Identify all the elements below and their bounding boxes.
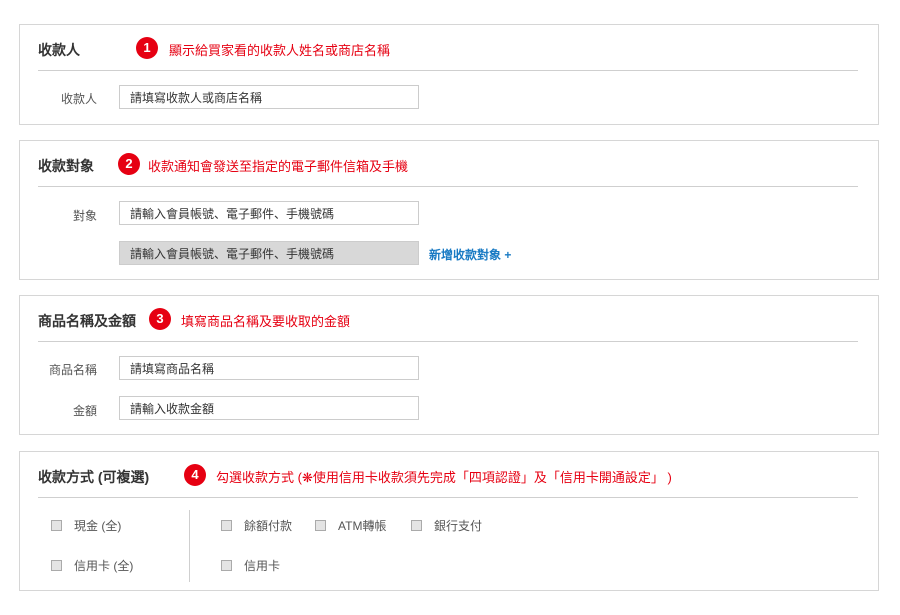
- payee-title: 收款人: [38, 42, 80, 58]
- payment-option-cash[interactable]: 現金 (全): [51, 517, 121, 534]
- payment-option-bank[interactable]: 銀行支付: [411, 517, 482, 534]
- step-badge-3: 3: [149, 308, 171, 330]
- checkbox-icon[interactable]: [411, 520, 422, 532]
- checkbox-icon[interactable]: [51, 560, 62, 572]
- option-label: 銀行支付: [434, 519, 483, 533]
- payee-input[interactable]: [119, 85, 419, 109]
- product-section: 商品名稱及金額 3 填寫商品名稱及要收取的金額 商品名稱 金額: [19, 295, 879, 435]
- step-badge-4: 4: [184, 464, 206, 486]
- checkbox-icon[interactable]: [221, 520, 232, 532]
- product-name-input[interactable]: [119, 356, 419, 380]
- checkbox-icon[interactable]: [51, 520, 62, 532]
- product-title: 商品名稱及金額: [38, 313, 136, 329]
- product-name-label: 商品名稱: [48, 363, 97, 377]
- payment-divider: [189, 510, 190, 582]
- amount-label: 金額: [72, 404, 97, 418]
- target-title: 收款對象: [38, 158, 94, 174]
- payment-title: 收款方式 (可複選): [38, 469, 150, 485]
- target-header: 收款對象 2 收款通知會發送至指定的電子郵件信箱及手機: [38, 141, 858, 187]
- add-target-link[interactable]: 新增收款對象 +: [429, 246, 511, 263]
- payment-option-balance[interactable]: 餘額付款: [221, 517, 292, 534]
- payment-note: 勾選收款方式 (❋使用信用卡收款須先完成「四項認證」及「信用卡開通設定」 ): [216, 470, 672, 485]
- payment-header: 收款方式 (可複選) 4 勾選收款方式 (❋使用信用卡收款須先完成「四項認證」及…: [38, 452, 858, 498]
- payee-note: 顯示給買家看的收款人姓名或商店名稱: [169, 43, 391, 58]
- target-input[interactable]: [119, 201, 419, 225]
- product-note: 填寫商品名稱及要收取的金額: [181, 314, 351, 329]
- option-label: 餘額付款: [244, 519, 293, 533]
- option-label: 現金 (全): [74, 519, 122, 533]
- option-label: 信用卡 (全): [74, 559, 134, 573]
- payment-option-credit[interactable]: 信用卡: [221, 557, 280, 574]
- step-badge-1: 1: [136, 37, 158, 59]
- step-badge-2: 2: [118, 153, 140, 175]
- target-input-disabled: [119, 241, 419, 265]
- product-header: 商品名稱及金額 3 填寫商品名稱及要收取的金額: [38, 296, 858, 342]
- payee-header: 收款人 1 顯示給買家看的收款人姓名或商店名稱: [38, 25, 858, 71]
- checkbox-icon[interactable]: [221, 560, 232, 572]
- payment-option-credit-all[interactable]: 信用卡 (全): [51, 557, 133, 574]
- target-label: 對象: [72, 209, 97, 223]
- payee-label: 收款人: [60, 92, 97, 106]
- option-label: ATM轉帳: [338, 519, 387, 533]
- payee-section: 收款人 1 顯示給買家看的收款人姓名或商店名稱 收款人: [19, 24, 879, 125]
- checkbox-icon[interactable]: [315, 520, 326, 532]
- option-label: 信用卡: [244, 559, 281, 573]
- target-section: 收款對象 2 收款通知會發送至指定的電子郵件信箱及手機 對象 新增收款對象 +: [19, 140, 879, 280]
- target-note: 收款通知會發送至指定的電子郵件信箱及手機: [148, 159, 409, 174]
- payment-option-atm[interactable]: ATM轉帳: [315, 517, 386, 534]
- payment-section: 收款方式 (可複選) 4 勾選收款方式 (❋使用信用卡收款須先完成「四項認證」及…: [19, 451, 879, 591]
- amount-input[interactable]: [119, 396, 419, 420]
